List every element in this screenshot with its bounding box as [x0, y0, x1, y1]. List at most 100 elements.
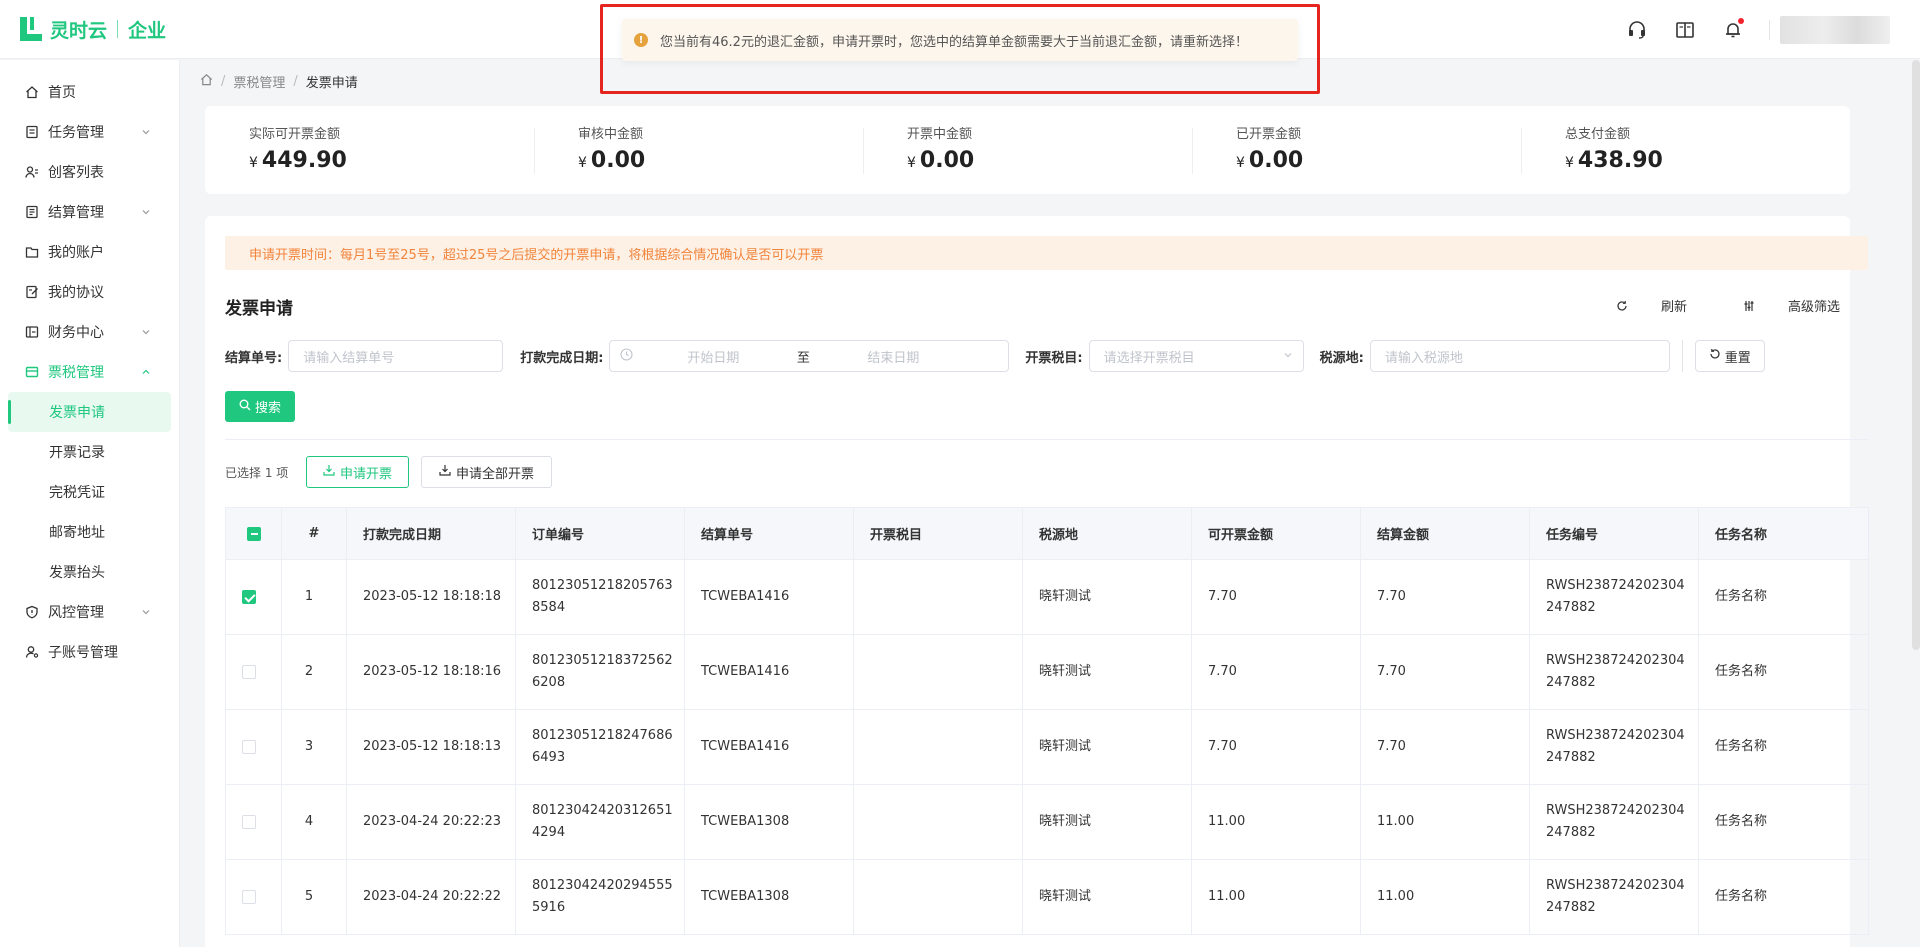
- row-index: 5: [281, 859, 347, 935]
- table-row[interactable]: 4 2023-04-24 20:22:23 801230424203126514…: [225, 784, 1869, 860]
- column-header: 结算金额: [1360, 507, 1530, 560]
- amount-summary: 实际可开票金额 ¥449.90 审核中金额 ¥0.00 开票中金额 ¥0.00 …: [205, 106, 1850, 194]
- filter-bar: 结算单号: 请输入结算单号 打款完成日期: 开始日期 至 结束日期 开票税目: …: [225, 340, 1765, 372]
- date-end-input[interactable]: 结束日期: [813, 347, 973, 366]
- sidebar-item-label: 首页: [48, 85, 76, 101]
- settle-no-label: 结算单号:: [225, 350, 283, 366]
- breadcrumb-parent[interactable]: 票税管理: [233, 72, 285, 91]
- date-start-input[interactable]: 开始日期: [633, 347, 793, 366]
- sidebar-subitem-mailing-address[interactable]: 邮寄地址: [0, 512, 179, 552]
- cell-task-no: RWSH238724202304247882: [1529, 784, 1699, 860]
- cell-tax-item: [853, 784, 1023, 860]
- sidebar-item-invoice[interactable]: 票税管理: [0, 352, 179, 392]
- sidebar-item-agreement[interactable]: 我的协议: [0, 272, 179, 312]
- sidebar-item-account[interactable]: 我的账户: [0, 232, 179, 272]
- cell-settle-no: TCWEBA1308: [684, 859, 854, 935]
- user-account[interactable]: [1780, 15, 1890, 44]
- tax-place-input[interactable]: 请输入税源地: [1369, 340, 1670, 372]
- tax-item-select[interactable]: 请选择开票税目: [1088, 340, 1304, 372]
- cell-task-name: 任务名称: [1698, 709, 1869, 785]
- sidebar-item-finance[interactable]: 财务中心: [0, 312, 179, 352]
- chevron-down-icon: [141, 325, 151, 341]
- sidebar-item-home[interactable]: 首页: [0, 72, 179, 112]
- row-checkbox[interactable]: [225, 709, 282, 785]
- row-checkbox[interactable]: [225, 634, 282, 710]
- tax-item-label: 开票税目:: [1025, 350, 1083, 366]
- refresh-button[interactable]: 刷新: [1588, 296, 1687, 315]
- column-header: 打款完成日期: [346, 507, 516, 560]
- advanced-filter-button[interactable]: 高级筛选: [1715, 296, 1840, 315]
- breadcrumb-separator: /: [293, 74, 298, 89]
- sidebar-subitem-invoice-title[interactable]: 发票抬头: [0, 552, 179, 592]
- download-icon: [439, 464, 451, 480]
- logo[interactable]: 灵时云 企业: [20, 16, 166, 43]
- search-button[interactable]: 搜索: [225, 391, 295, 422]
- table-header-row: # 打款完成日期 订单编号 结算单号 开票税目 税源地 可开票金额 结算金额 任…: [225, 507, 1869, 560]
- row-index: 2: [281, 634, 347, 710]
- cell-available-amount: 7.70: [1191, 634, 1361, 710]
- settle-no-input[interactable]: 请输入结算单号: [288, 340, 504, 372]
- chevron-down-icon: [141, 605, 151, 621]
- sidebar-item-settlement[interactable]: 结算管理: [0, 192, 179, 232]
- cell-tax-place: 晓轩测试: [1022, 559, 1192, 635]
- cell-settle-amount: 11.00: [1360, 784, 1530, 860]
- sidebar-item-label: 风控管理: [48, 605, 104, 621]
- cell-settle-amount: 11.00: [1360, 859, 1530, 935]
- table-row[interactable]: 2 2023-05-12 18:18:16 801230512183725626…: [225, 634, 1869, 710]
- row-checkbox[interactable]: [225, 559, 282, 635]
- stat-value: ¥0.00: [578, 148, 646, 173]
- toolbar-links: 刷新 高级筛选: [1560, 296, 1840, 315]
- cell-tax-item: [853, 859, 1023, 935]
- sidebar: 首页 任务管理 创客列表 结算管理 我的账户 我的协议 财务中心 票税管理 发票…: [0, 60, 180, 947]
- sub-account-icon: [24, 644, 40, 660]
- sidebar-subitem-invoice-records[interactable]: 开票记录: [0, 432, 179, 472]
- stat-invoiced: 已开票金额 ¥0.00: [1192, 106, 1521, 194]
- column-header: 任务编号: [1529, 507, 1699, 560]
- cell-settle-no: TCWEBA1416: [684, 634, 854, 710]
- stat-under-review: 审核中金额 ¥0.00: [534, 106, 863, 194]
- chevron-up-icon: [141, 365, 151, 381]
- sidebar-item-tasks[interactable]: 任务管理: [0, 112, 179, 152]
- cell-tax-item: [853, 559, 1023, 635]
- bell-icon[interactable]: [1721, 17, 1745, 42]
- sidebar-item-risk[interactable]: 风控管理: [0, 592, 179, 632]
- headset-icon[interactable]: [1625, 18, 1649, 42]
- table-row[interactable]: 1 2023-05-12 18:18:18 801230512182057638…: [225, 559, 1869, 635]
- cell-task-name: 任务名称: [1698, 859, 1869, 935]
- apply-all-invoice-button[interactable]: 申请全部开票: [421, 456, 552, 488]
- book-icon[interactable]: [1673, 18, 1697, 42]
- select-all-checkbox[interactable]: [225, 507, 282, 560]
- page-scrollbar[interactable]: [1912, 60, 1920, 650]
- sidebar-subitem-invoice-apply[interactable]: 发票申请: [8, 392, 171, 432]
- sidebar-subitem-tax-certificate[interactable]: 完税凭证: [0, 472, 179, 512]
- stat-total-paid: 总支付金额 ¥438.90: [1521, 106, 1850, 194]
- row-index: 3: [281, 709, 347, 785]
- cell-date: 2023-05-12 18:18:18: [346, 559, 516, 635]
- stat-label: 开票中金额: [907, 127, 973, 142]
- row-checkbox[interactable]: [225, 784, 282, 860]
- finance-icon: [24, 324, 40, 340]
- apply-invoice-button[interactable]: 申请开票: [306, 456, 409, 488]
- cell-settle-no: TCWEBA1416: [684, 709, 854, 785]
- cell-tax-place: 晓轩测试: [1022, 859, 1192, 935]
- stat-label: 总支付金额: [1565, 127, 1631, 142]
- column-header: 可开票金额: [1191, 507, 1361, 560]
- cell-date: 2023-05-12 18:18:16: [346, 634, 516, 710]
- search-icon: [239, 399, 251, 415]
- cell-available-amount: 11.00: [1191, 784, 1361, 860]
- tax-item-placeholder: 请选择开票税目: [1103, 350, 1195, 366]
- cell-tax-item: [853, 709, 1023, 785]
- cell-task-no: RWSH238724202304247882: [1529, 859, 1699, 935]
- reset-button[interactable]: 重置: [1694, 340, 1765, 372]
- sidebar-item-sub-accounts[interactable]: 子账号管理: [0, 632, 179, 672]
- date-range-separator: 至: [796, 350, 810, 366]
- task-icon: [24, 124, 40, 140]
- table-row[interactable]: 3 2023-05-12 18:18:13 801230512182476866…: [225, 709, 1869, 785]
- sidebar-item-makers[interactable]: 创客列表: [0, 152, 179, 192]
- date-range-picker[interactable]: 开始日期 至 结束日期: [609, 340, 1010, 372]
- warning-icon: !: [634, 33, 648, 47]
- home-icon[interactable]: [200, 73, 213, 90]
- row-checkbox[interactable]: [225, 859, 282, 935]
- table-row[interactable]: 5 2023-04-24 20:22:22 801230424202945555…: [225, 859, 1869, 935]
- reset-icon: [1709, 348, 1721, 364]
